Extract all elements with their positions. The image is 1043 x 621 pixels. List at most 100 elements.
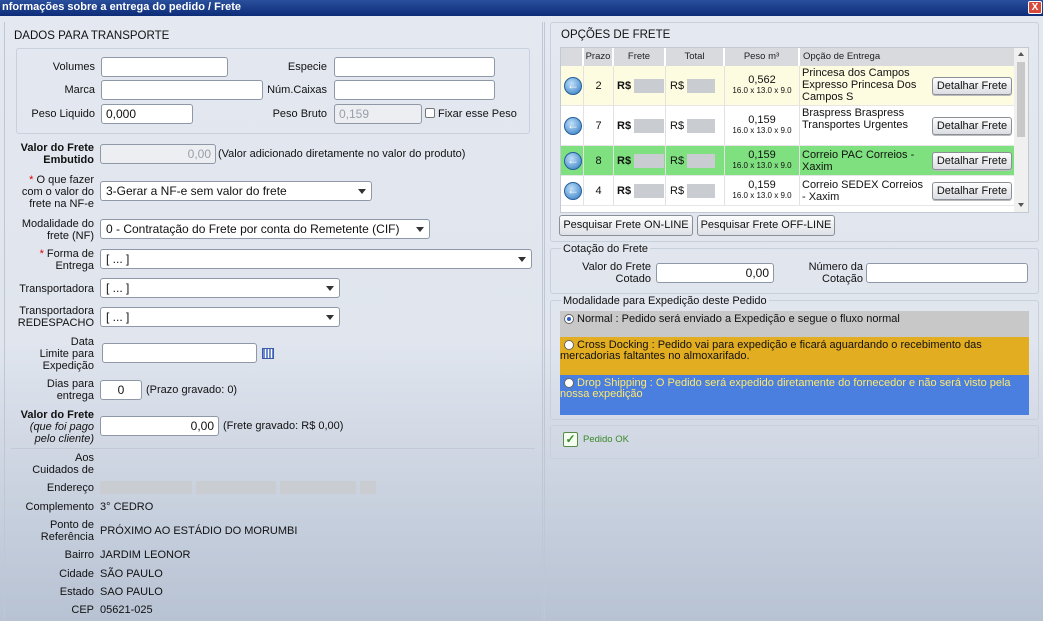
endereco-value-redacted — [100, 481, 376, 495]
prazo-cell: 4 — [584, 176, 614, 205]
options-panel: OPÇÕES DE FRETE Prazo Frete Total Peso m… — [544, 22, 1043, 621]
redespacho-label: Transportadora REDESPACHO — [17, 305, 94, 329]
scroll-up-icon[interactable] — [1018, 52, 1024, 56]
cep-label: CEP — [71, 604, 94, 616]
col-header-prazo: Prazo — [584, 48, 613, 66]
total-cell: R$ — [666, 146, 725, 175]
cidade-label: Cidade — [59, 568, 94, 580]
modalidade-option-label: Drop Shipping : O Pedido será expedido d… — [560, 377, 1011, 400]
marca-input[interactable] — [101, 80, 263, 100]
modalidade-option[interactable]: Drop Shipping : O Pedido será expedido d… — [560, 375, 1029, 415]
col-header-total: Total — [666, 48, 724, 66]
col-header-icon — [561, 48, 583, 66]
opcao-entrega-cell: Braspress Braspress Transportes Urgentes — [802, 107, 908, 131]
modalidade-option[interactable]: Normal : Pedido será enviado a Expedição… — [560, 311, 1029, 337]
select-arrow-icon[interactable]: ← — [564, 117, 582, 135]
modalidade-option[interactable]: Cross Docking : Pedido vai para expediçã… — [560, 337, 1029, 375]
select-arrow-icon[interactable]: ← — [564, 77, 582, 95]
detalhar-frete-button[interactable]: Detalhar Frete — [932, 77, 1012, 95]
redespacho-select[interactable]: [ ... ] — [100, 307, 340, 327]
peso-liquido-label: Peso Liquido — [31, 108, 95, 120]
freight-options-table: Prazo Frete Total Peso m³ Opção de Entre… — [560, 47, 1029, 213]
peso-value: 0,562 — [748, 74, 776, 86]
frete-cell: R$ — [614, 106, 666, 145]
peso-value: 0,159 — [748, 114, 776, 126]
aos-cuidados-label: Aos Cuidados de — [32, 452, 94, 476]
complemento-label: Complemento — [25, 501, 94, 513]
forma-entrega-select[interactable]: [ ... ] — [100, 249, 532, 269]
modalidade-radio[interactable] — [564, 340, 574, 350]
peso-value: 0,159 — [748, 149, 776, 161]
forma-entrega-label: * Forma de Entrega — [39, 248, 94, 272]
window-title: nformações sobre a entrega do pedido / F… — [2, 1, 241, 13]
peso-dims: 16.0 x 13.0 x 9.0 — [732, 86, 792, 95]
o-que-fazer-label: * O que fazer com o valor do frete na NF… — [21, 174, 94, 210]
select-arrow-icon[interactable]: ← — [564, 182, 582, 200]
o-que-fazer-select[interactable]: 3-Gerar a NF-e sem valor do frete — [100, 181, 372, 201]
modalidade-select[interactable]: 0 - Contratação do Frete por conta do Re… — [100, 219, 430, 239]
col-header-frete: Frete — [614, 48, 665, 66]
valor-frete-pago-input[interactable]: 0,00 — [100, 416, 219, 436]
cotacao-title: Cotação do Frete — [561, 243, 650, 255]
calendar-icon[interactable] — [262, 348, 274, 359]
transportadora-select[interactable]: [ ... ] — [100, 278, 340, 298]
detalhar-frete-button[interactable]: Detalhar Frete — [932, 152, 1012, 170]
modalidade-label: Modalidade do frete (NF) — [21, 218, 94, 242]
check-icon: ✓ — [563, 432, 578, 447]
peso-cell: 0,562 16.0 x 13.0 x 9.0 — [725, 66, 800, 105]
dias-entrega-input[interactable]: 0 — [100, 380, 142, 400]
close-button[interactable]: X — [1028, 1, 1042, 14]
freight-row: ← 4 R$ R$ 0,159 16.0 x 13.0 x 9.0 Correio SE… — [561, 176, 1015, 206]
modalidade-radio[interactable] — [564, 314, 574, 324]
valor-cotado-label: Valor do Frete Cotado — [582, 261, 651, 285]
select-cell: ← — [561, 106, 584, 145]
fixar-peso-checkbox[interactable] — [425, 108, 435, 118]
peso-bruto-label: Peso Bruto — [272, 108, 327, 120]
volumes-input[interactable] — [101, 57, 228, 77]
scroll-thumb[interactable] — [1017, 62, 1025, 137]
frete-cell: R$ — [614, 146, 666, 175]
detalhar-frete-button[interactable]: Detalhar Frete — [932, 117, 1012, 135]
select-cell: ← — [561, 176, 584, 205]
bairro-value: JARDIM LEONOR — [100, 549, 191, 561]
peso-cell: 0,159 16.0 x 13.0 x 9.0 — [725, 176, 800, 205]
opcao-entrega-cell: Correio SEDEX Correios - Xaxim — [802, 179, 924, 203]
pedido-ok-label: Pedido OK — [583, 434, 629, 445]
peso-liquido-input[interactable]: 0,000 — [101, 104, 193, 124]
detalhar-frete-button[interactable]: Detalhar Frete — [932, 182, 1012, 200]
transportadora-label: Transportadora — [19, 283, 94, 295]
valor-frete-pago-label: Valor do Frete (que foi pago pelo cliente… — [20, 409, 94, 445]
num-caixas-input[interactable] — [334, 80, 495, 100]
freight-row: ← 7 R$ R$ 0,159 16.0 x 13.0 x 9.0 Braspress … — [561, 106, 1015, 146]
num-caixas-label: Núm.Caixas — [267, 84, 327, 96]
modalidade-radio[interactable] — [564, 378, 574, 388]
valor-frete-embutido-input: 0,00 — [100, 144, 216, 164]
total-cell: R$ — [666, 106, 725, 145]
opcao-entrega-cell: Princesa dos Campos Expresso Princesa Do… — [802, 67, 917, 103]
freight-table-scrollbar[interactable] — [1014, 48, 1028, 212]
valor-cotado-input[interactable]: 0,00 — [656, 263, 774, 283]
total-cell: R$ — [666, 66, 725, 105]
scroll-down-icon[interactable] — [1018, 203, 1024, 207]
cep-value: 05621-025 — [100, 604, 153, 616]
complemento-value: 3° CEDRO — [100, 501, 154, 513]
numero-cotacao-input[interactable] — [866, 263, 1028, 283]
numero-cotacao-label: Número da Cotação — [808, 261, 863, 285]
pesquisar-offline-button[interactable]: Pesquisar Frete OFF-LINE — [697, 215, 835, 236]
data-limite-input[interactable] — [102, 343, 257, 363]
total-cell: R$ — [666, 176, 725, 205]
peso-dims: 16.0 x 13.0 x 9.0 — [732, 191, 792, 200]
select-arrow-icon[interactable]: ← — [564, 152, 582, 170]
peso-cell: 0,159 16.0 x 13.0 x 9.0 — [725, 146, 800, 175]
modalidade-expedicao-title: Modalidade para Expedição deste Pedido — [561, 295, 769, 307]
transport-section-title: DADOS PARA TRANSPORTE — [14, 30, 170, 42]
endereco-label: Endereço — [46, 482, 94, 494]
freight-options-title: OPÇÕES DE FRETE — [561, 29, 671, 41]
ponto-referencia-value: PRÓXIMO AO ESTÁDIO DO MORUMBI — [100, 525, 298, 537]
especie-input[interactable] — [334, 57, 495, 77]
bairro-label: Bairro — [64, 549, 94, 561]
valor-frete-embutido-label: Valor do Frete Embutido — [20, 142, 94, 166]
peso-bruto-input: 0,159 — [334, 104, 422, 124]
freight-row: ← 8 R$ R$ 0,159 16.0 x 13.0 x 9.0 Correio PA… — [561, 146, 1015, 176]
pesquisar-online-button[interactable]: Pesquisar Frete ON-LINE — [559, 215, 693, 236]
